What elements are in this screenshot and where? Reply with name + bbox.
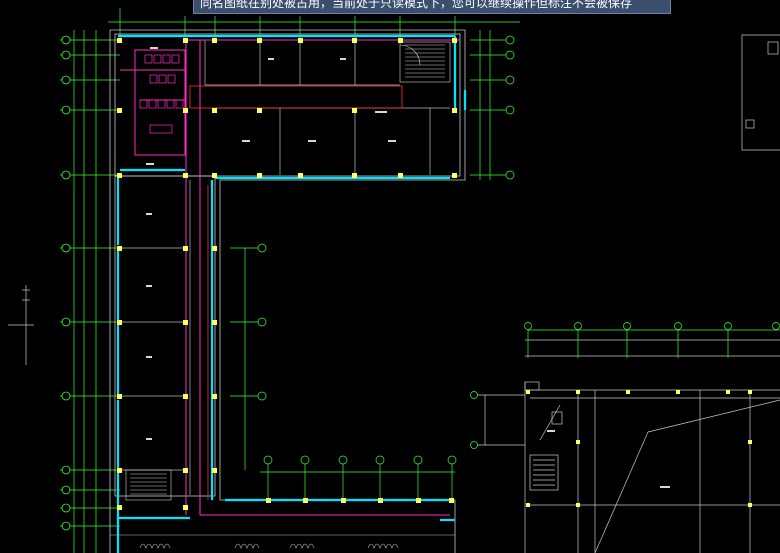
read-only-notice-text: 同名图纸在别处被占用，当前处于只读模式下，您可以继续操作但标注不会被保存 [200, 0, 633, 10]
read-only-notice-banner: 同名图纸在别处被占用，当前处于只读模式下，您可以继续操作但标注不会被保存 [193, 0, 671, 14]
facade-pattern [110, 534, 455, 549]
cyan-walls [116, 34, 467, 553]
structural-columns [117, 38, 457, 510]
stair-upper-right [399, 41, 451, 83]
room-label-marks [146, 47, 670, 488]
pipe-network [120, 39, 460, 516]
left-axis-bubbles [61, 35, 71, 531]
top-right-block [741, 34, 780, 151]
stair-lower-left [125, 469, 172, 501]
building-outline [109, 29, 466, 553]
toilet-fixtures [139, 54, 184, 134]
right-axis-upper [470, 30, 515, 180]
red-lines [189, 85, 403, 500]
cad-drawing-canvas[interactable] [0, 0, 780, 553]
right-axis-mid [230, 243, 267, 470]
lower-right-axis [470, 322, 780, 449]
left-edge-marks [8, 285, 34, 365]
bottom-wing-axis [260, 455, 457, 500]
lower-right-building [470, 339, 780, 553]
lower-right-columns [526, 390, 752, 507]
